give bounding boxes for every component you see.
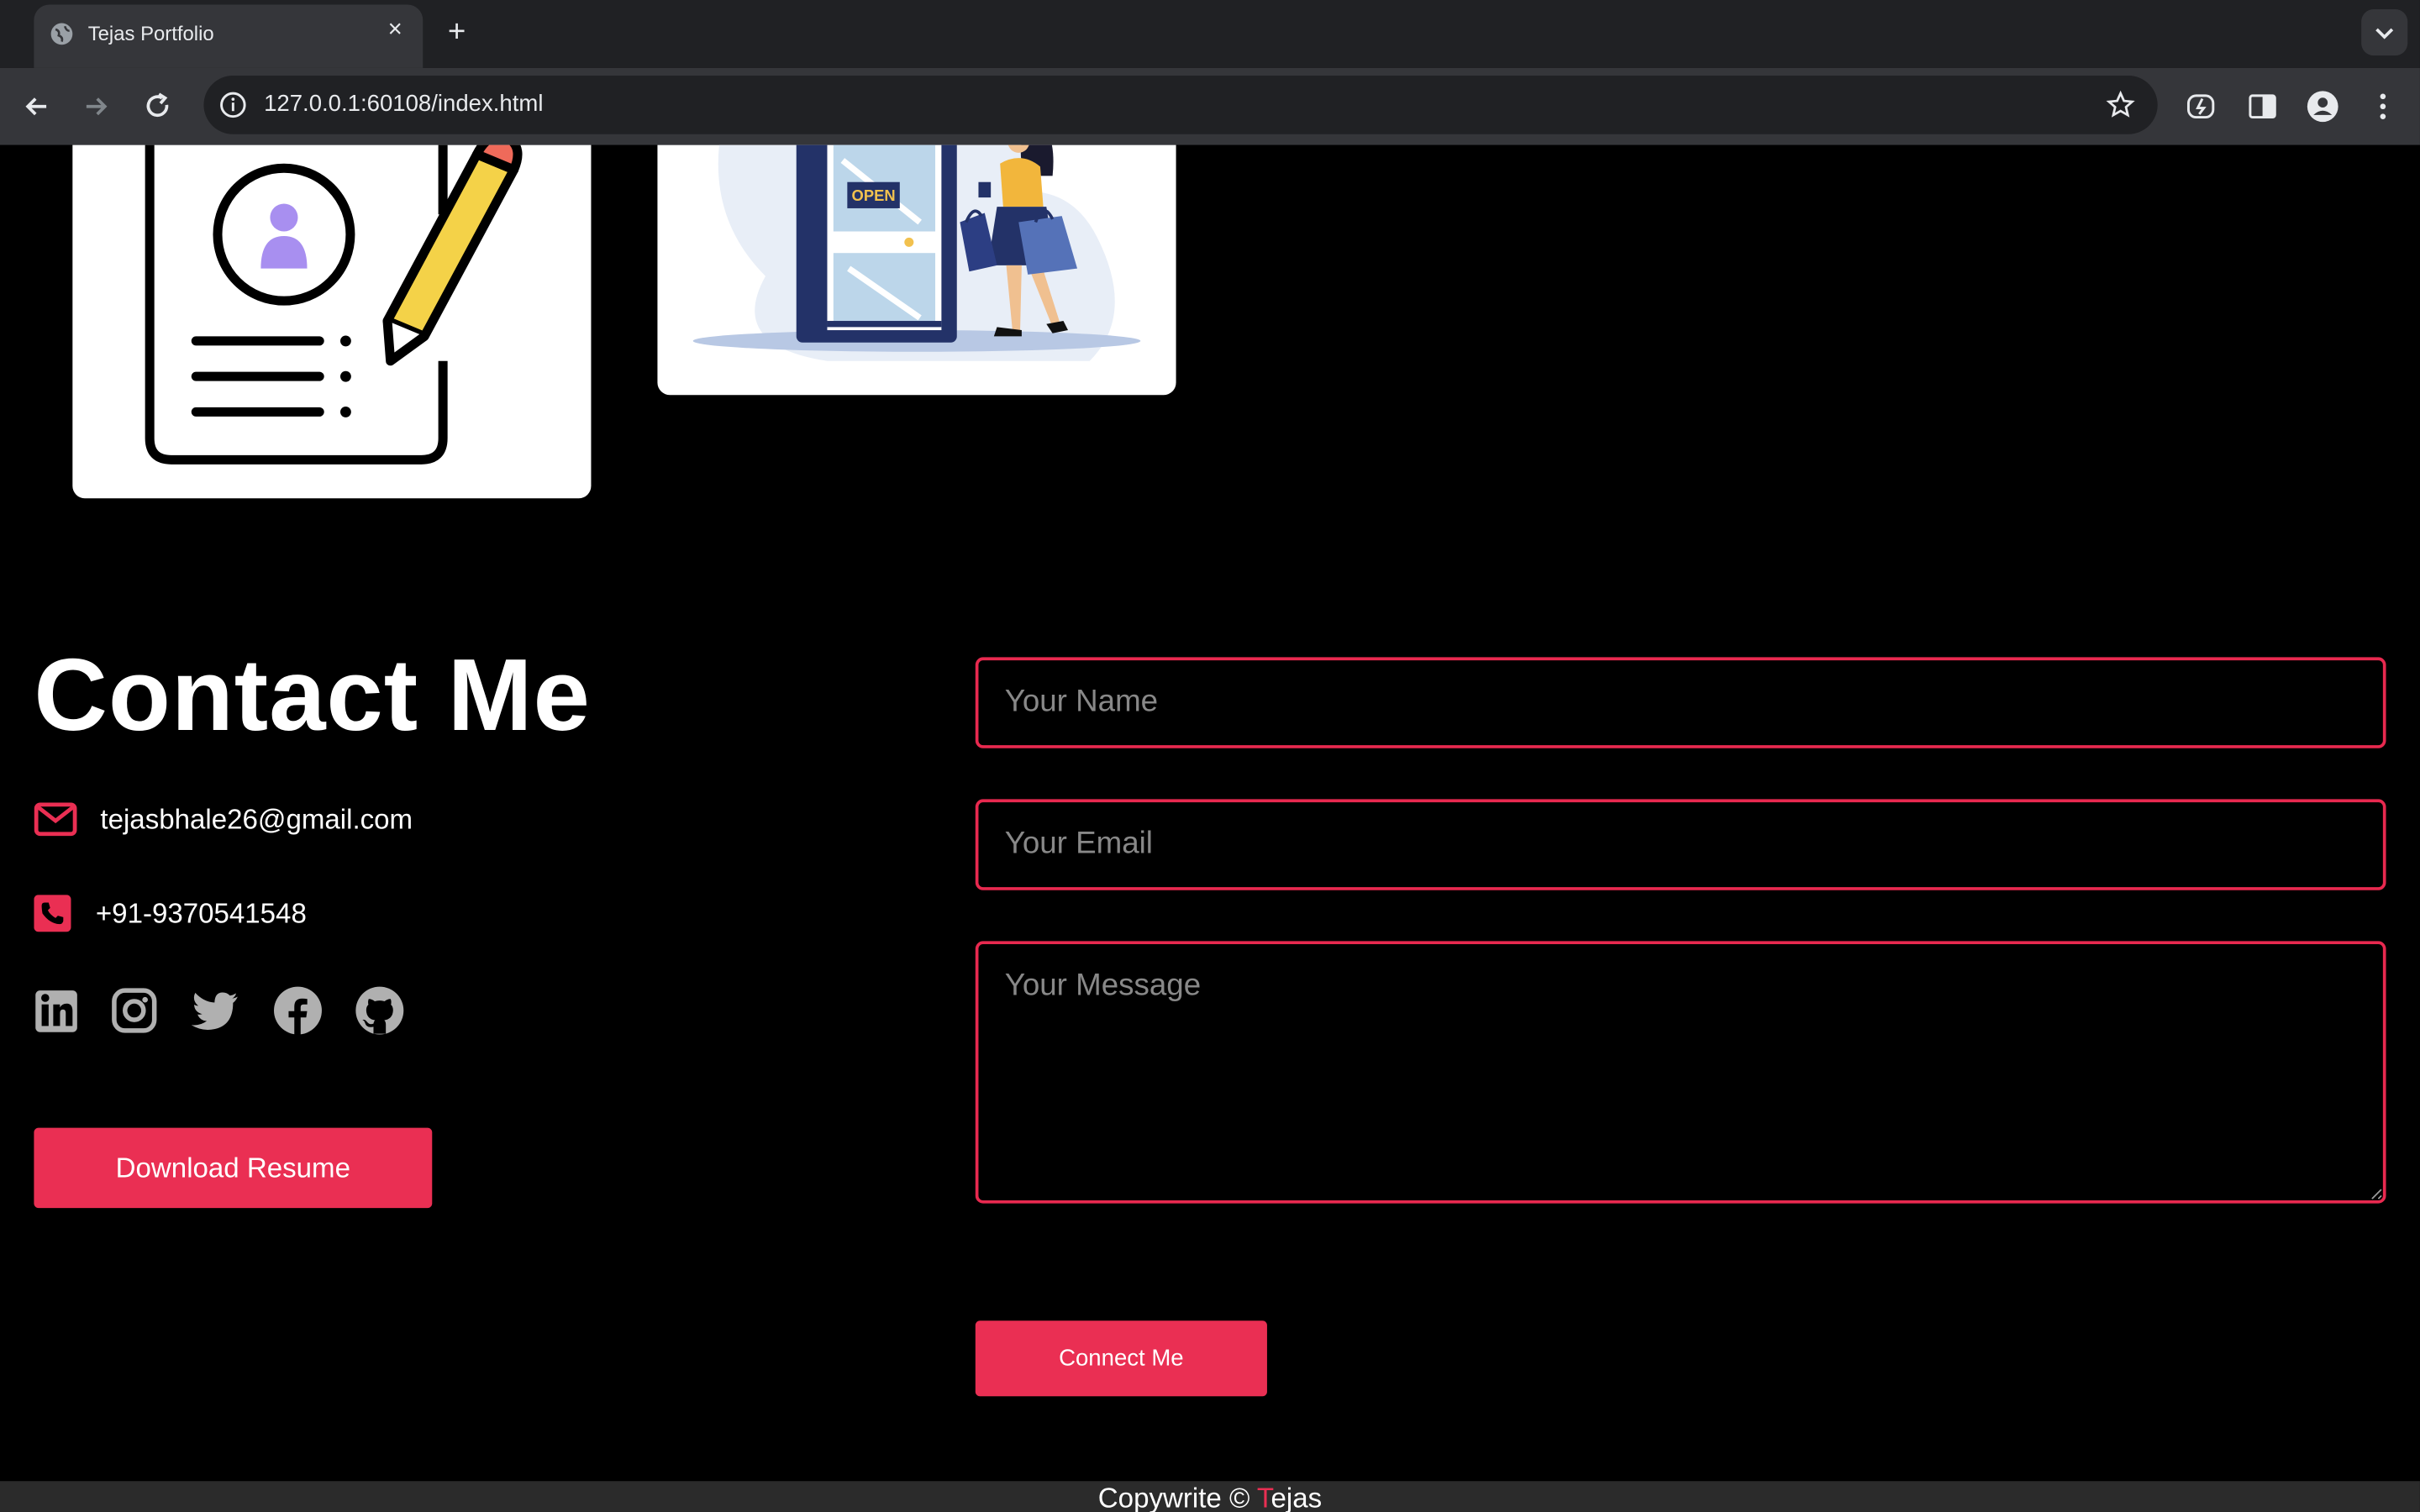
site-info-icon[interactable] xyxy=(218,90,249,121)
browser-toolbar: 127.0.0.1:60108/index.html xyxy=(0,67,2420,145)
connect-me-button[interactable]: Connect Me xyxy=(975,1320,1267,1397)
phone-icon xyxy=(34,895,71,932)
footer-name-rest: ejas xyxy=(1270,1483,1323,1512)
back-arrow-icon[interactable] xyxy=(17,87,57,127)
phone-row: +91-9370541548 xyxy=(34,895,307,932)
open-sign-text: OPEN xyxy=(852,186,896,204)
project-card-resume[interactable] xyxy=(72,144,592,499)
facebook-icon[interactable] xyxy=(271,986,324,1036)
chevron-down-icon xyxy=(2375,28,2394,39)
footer-copyright-text: Copywrite © xyxy=(1097,1483,1257,1512)
contact-title: Contact Me xyxy=(34,637,591,752)
tab-close-icon[interactable]: × xyxy=(380,15,411,46)
footer: Copywrite © Tejas xyxy=(0,1481,2420,1512)
resume-illustration xyxy=(145,144,523,465)
email-field[interactable] xyxy=(975,799,2386,890)
footer-accent-letter: T xyxy=(1256,1483,1271,1512)
download-resume-button[interactable]: Download Resume xyxy=(34,1127,433,1209)
extension-icon[interactable] xyxy=(2184,90,2217,123)
envelope-icon xyxy=(34,802,77,837)
email-text[interactable]: tejasbhale26@gmail.com xyxy=(100,803,413,836)
new-tab-button[interactable]: + xyxy=(439,14,476,51)
forward-arrow-icon[interactable] xyxy=(76,87,116,127)
url-text[interactable]: 127.0.0.1:60108/index.html xyxy=(264,91,543,117)
tab-bar: Tejas Portfolio × + xyxy=(0,0,2420,68)
phone-text[interactable]: +91-9370541548 xyxy=(96,897,307,930)
name-field[interactable] xyxy=(975,657,2386,748)
active-tab[interactable]: Tejas Portfolio × xyxy=(34,4,424,68)
message-field[interactable] xyxy=(975,941,2386,1204)
address-bar[interactable]: 127.0.0.1:60108/index.html xyxy=(203,75,2158,134)
project-card-shopping[interactable]: OPEN xyxy=(657,144,1176,396)
social-links xyxy=(34,986,435,1036)
tab-search-button[interactable] xyxy=(2361,9,2408,56)
side-panel-icon[interactable] xyxy=(2245,90,2279,123)
shopping-illustration: OPEN xyxy=(692,144,1141,361)
reload-icon[interactable] xyxy=(137,87,177,127)
tab-title: Tejas Portfolio xyxy=(87,21,214,45)
instagram-icon[interactable] xyxy=(111,986,157,1036)
twitter-icon[interactable] xyxy=(188,986,240,1036)
email-row: tejasbhale26@gmail.com xyxy=(34,802,413,837)
profile-avatar-icon[interactable] xyxy=(2306,90,2339,123)
browser-menu-icon[interactable] xyxy=(2366,90,2400,123)
bookmark-star-icon[interactable] xyxy=(2105,90,2136,121)
browser-window: Tejas Portfolio × + 127.0.0.1:60108/inde… xyxy=(0,0,2420,1512)
linkedin-icon[interactable] xyxy=(34,986,80,1036)
globe-icon xyxy=(50,23,73,45)
page-content: OPEN Contact Me tejasbhale26@gmail.com +… xyxy=(0,144,2420,1512)
github-icon[interactable] xyxy=(355,986,404,1036)
